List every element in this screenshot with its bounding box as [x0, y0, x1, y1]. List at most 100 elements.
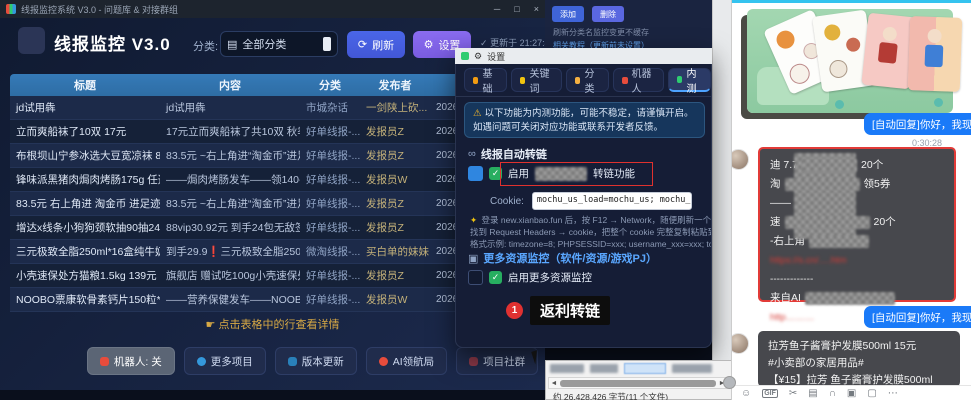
maximize-icon[interactable]: □: [514, 4, 519, 14]
tab-category[interactable]: 分类: [566, 68, 609, 92]
file-icon[interactable]: ▤: [808, 388, 817, 399]
col-header-content[interactable]: 内容: [160, 77, 300, 93]
cell-publisher: 发报员Z: [360, 148, 430, 163]
tip-line-3: 格式示例: timezone=8; PHPSESSID=xxx; usernam…: [470, 238, 712, 250]
tab-basic[interactable]: 基础: [464, 68, 507, 92]
more-projects-button[interactable]: 更多项目: [184, 347, 266, 375]
col-header-publisher[interactable]: 发布者: [360, 77, 430, 93]
select-scroll-chip: [323, 37, 331, 51]
refresh-button[interactable]: ⟳ 刷新: [347, 31, 405, 58]
message-line: 拉芳鱼子酱膏护发膜500ml 15元: [768, 338, 950, 355]
version-update-button[interactable]: 版本更新: [275, 347, 357, 375]
window-title: 线报监控系统 V3.0 - 问题库 & 对接群组: [21, 3, 178, 16]
gear-icon: ⚙: [474, 51, 482, 62]
col-header-category[interactable]: 分类: [300, 77, 360, 93]
checkbox-convert[interactable]: [468, 166, 483, 181]
cell-title: 三元极致全脂250ml*16盒纯牛奶 29....: [10, 244, 160, 259]
checkbox-resources[interactable]: [468, 270, 483, 285]
image-icon[interactable]: ▣: [847, 388, 856, 399]
link-icon: ∞: [468, 148, 476, 160]
minimize-icon[interactable]: ─: [494, 4, 500, 14]
cell-publisher: 发报员W: [360, 172, 430, 187]
horizontal-scrollbar[interactable]: ◄ ►: [548, 377, 728, 389]
delete-button[interactable]: 删除: [592, 6, 624, 22]
emoji-icon[interactable]: ☺: [741, 388, 751, 399]
cell-publisher: 发报员Z: [360, 220, 430, 235]
cookie-row: Cookie: mochu_us_load=mochu_us; mochu_us…: [490, 192, 692, 210]
cell-content: 88vip30.92元 到手24包无敌签4.48...: [160, 220, 300, 235]
outgoing-message[interactable]: [自动回复]你好，我现: [864, 306, 971, 328]
redacted-link[interactable]: https://s.cn/….htm: [770, 251, 944, 270]
screenshot-scene: 线报监控系统 V3.0 - 问题库 & 对接群组 ─ □ × 线报监控 V3.0…: [0, 0, 971, 400]
community-button[interactable]: 项目社群: [456, 347, 538, 375]
redacted-patch: [535, 167, 587, 181]
warning-icon: ⚠: [473, 108, 482, 119]
sticker-card: [908, 16, 963, 92]
cell-content: 83.5元 ~右上角进“淘金币”进足迹...: [160, 148, 300, 163]
category-select[interactable]: ▤ 全部分类: [220, 31, 338, 57]
cell-category: 好单线报-...: [300, 268, 360, 283]
tab-robot[interactable]: 机器人: [613, 68, 664, 92]
annotation-step-badge: 1: [506, 302, 523, 319]
col-header-title[interactable]: 标题: [10, 77, 160, 93]
scrollbar-thumb[interactable]: [560, 380, 716, 387]
close-icon[interactable]: ×: [534, 4, 539, 14]
capture-icon[interactable]: ▢: [867, 388, 876, 399]
hint-text: 点击表格中的行查看详情: [218, 319, 339, 331]
screenshot-scissors-icon[interactable]: ✂: [789, 388, 797, 399]
tip-text-1: 登录 new.xianbao.fun 后，按 F12 → Network，随便刷…: [482, 215, 713, 225]
robot-toggle-button[interactable]: 机器人: 关: [87, 347, 175, 375]
incoming-message-annotated[interactable]: 迪 7.720个 淘领5券 —— 速20个 -右上角 https://s.cn/…: [758, 147, 956, 302]
cell-publisher: 买白单的妹妹: [360, 244, 430, 259]
tab-keywords[interactable]: 关键词: [511, 68, 562, 92]
dialog-title: 设置: [487, 50, 505, 63]
sticker-image[interactable]: [747, 9, 953, 113]
cell-publisher: 发报员Z: [360, 124, 430, 139]
ai-pilot-label: AI领航局: [393, 354, 434, 369]
avatar[interactable]: [731, 333, 749, 354]
cell-title: 立而爽船袜了10双 17元: [10, 124, 160, 139]
app-logo: [18, 27, 45, 54]
avatar[interactable]: [731, 149, 749, 170]
chat-input-toolbar: ☺ GIF ✂ ▤ ∩ ▣ ▢ ⋯: [732, 385, 971, 400]
outgoing-message[interactable]: [自动回复]你好，我现: [864, 113, 971, 135]
tab-beta[interactable]: 内测: [668, 68, 711, 92]
dialog-body: 基础 关键词 分类 机器人 内测: [455, 64, 712, 348]
panel-note: 刷新分类名监控变更不缓存: [553, 27, 649, 38]
redacted-patch: [785, 178, 860, 191]
cell-publisher: 发报员W: [360, 292, 430, 307]
audio-icon[interactable]: ∩: [829, 388, 836, 399]
robot-icon: [100, 357, 109, 366]
selected-file[interactable]: [624, 363, 666, 374]
cell-category: 好单线报-...: [300, 172, 360, 187]
incoming-message[interactable]: 拉芳鱼子酱膏护发膜500ml 15元 #小卖部の家居用品# 【¥15】拉芳 鱼子…: [758, 331, 960, 387]
dialog-titlebar: ⚙ 设置: [455, 48, 712, 64]
cookie-label: Cookie:: [490, 196, 524, 207]
section-link-convert-label: 线报自动转链: [481, 146, 547, 162]
add-button[interactable]: 添加: [552, 6, 584, 22]
section-more-resources: ▣ 更多资源监控（软件/资源/游戏PJ）: [468, 250, 657, 266]
explorer-row: [550, 363, 712, 374]
category-label: 分类:: [193, 38, 218, 54]
tip-line-2: 找到 Request Headers → cookie，把整个 cookie 完…: [470, 226, 712, 238]
check-icon: ✓: [489, 271, 502, 284]
tutorial-link[interactable]: 相关教程（更新前未设置）: [553, 40, 649, 48]
warning-line1: 以下功能为内测功能，可能不稳定，请谨慎开启。: [485, 108, 694, 119]
redacted-patch: [805, 292, 895, 305]
cell-category: 好单线报-...: [300, 292, 360, 307]
category-select-value: 全部分类: [242, 36, 286, 52]
cell-content: 旗舰店 赠试吃100g小壳速保处方猫粮...: [160, 268, 300, 283]
more-icon[interactable]: ⋯: [888, 388, 898, 399]
monitor-icon: ▣: [468, 252, 478, 265]
cell-content: 83.5元 ~右上角进“淘金币”进足迹...: [160, 196, 300, 211]
beta-warning-box: ⚠以下功能为内测功能，可能不稳定，请谨慎开启。 如遇问题可关闭对应功能或联系开发…: [464, 102, 705, 138]
cell-publisher: 发报员Z: [360, 196, 430, 211]
gif-icon[interactable]: GIF: [762, 389, 778, 398]
floating-circle-button[interactable]: [723, 376, 736, 389]
enable-prefix: 启用: [508, 166, 529, 181]
ai-pilot-button[interactable]: AI领航局: [366, 347, 447, 375]
cell-content: jd试用犇: [160, 100, 300, 115]
scroll-left-icon[interactable]: ◄: [549, 380, 559, 387]
lantern-icon: [469, 357, 478, 366]
cookie-input[interactable]: mochu_us_load=mochu_us; mochu_us_notice: [532, 192, 692, 210]
